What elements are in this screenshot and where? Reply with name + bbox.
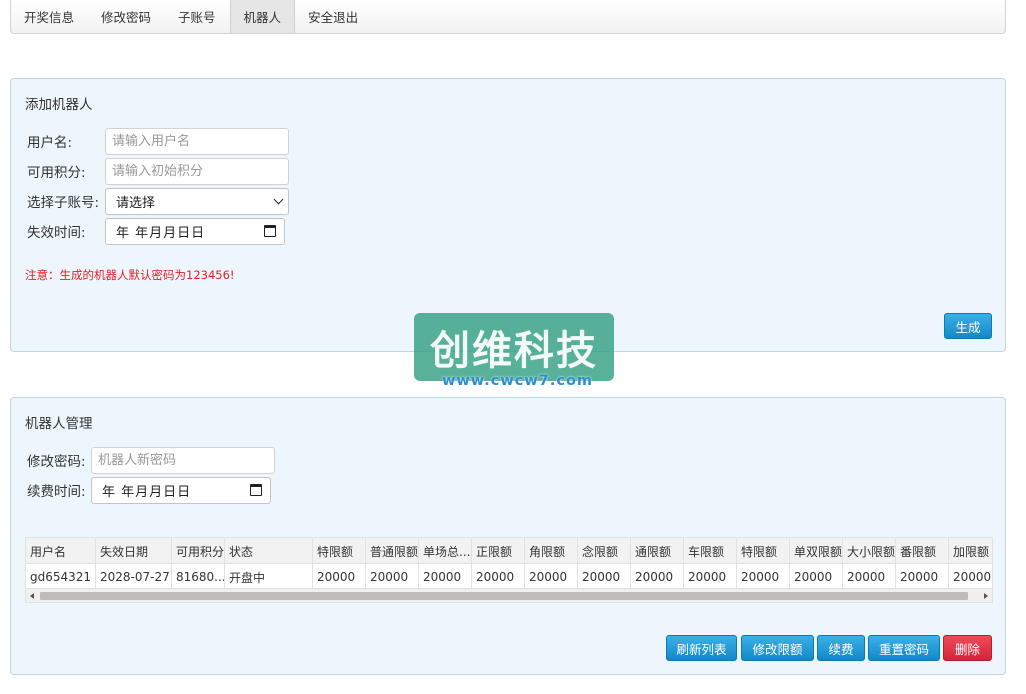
column-header[interactable]: 通限额 [631,538,684,564]
delete-button[interactable]: 删除 [943,635,992,661]
points-row: 可用积分: [27,157,289,185]
points-label: 可用积分: [27,165,86,181]
column-header[interactable]: 状态 [225,538,313,564]
tab-draw-info[interactable]: 开奖信息 [11,0,88,33]
column-header[interactable]: 大小限额 [843,538,896,564]
renew-row: 续费时间: 年 年月月日日 [27,476,271,504]
renew-label: 续费时间: [27,484,86,500]
column-header[interactable]: 失效日期 [96,538,172,564]
table-cell: 20000 [843,564,896,588]
renew-date-value: 年 年月月日日 [102,484,192,500]
username-row: 用户名: [27,127,289,155]
table-cell: 20000 [896,564,949,588]
subaccount-select-value: 请选择 [116,195,156,211]
table-cell: 20000 [790,564,843,588]
robot-management-panel: 机器人管理 修改密码: 续费时间: 年 年月月日日 用户名失效日期可用积分状态特… [10,397,1006,675]
column-header[interactable]: 角限额 [525,538,578,564]
expiry-date-input[interactable]: 年 年月月日日 [105,217,285,245]
column-header[interactable]: 车限额 [684,538,737,564]
column-header[interactable]: 加限额 [949,538,992,564]
new-password-row: 修改密码: [27,446,275,474]
table-cell: 20000 [313,564,366,588]
column-header[interactable]: 可用积分 [172,538,225,564]
table-cell: gd654321 [26,564,96,588]
table-cell: 20000 [472,564,525,588]
refresh-list-button[interactable]: 刷新列表 [666,635,737,661]
username-input[interactable] [105,127,289,155]
table-cell: 20000 [737,564,790,588]
column-header[interactable]: 单双限额 [790,538,843,564]
table-cell: 20000 [419,564,472,588]
points-input[interactable] [105,157,289,185]
subaccount-select[interactable]: 请选择 [105,187,289,215]
table-cell: 2028-07-27 [96,564,172,588]
robot-management-title: 机器人管理 [25,416,93,432]
tab-change-password[interactable]: 修改密码 [88,0,165,33]
add-robot-panel: 添加机器人 用户名: 可用积分: 选择子账号: 请选择 失效时间: 年 年月月日… [10,78,1006,352]
table-row[interactable]: gd654321 2028-07-27 81680... 开盘中 20000 20000 2… [26,564,992,588]
column-header[interactable]: 番限额 [896,538,949,564]
arrow-left-icon[interactable] [30,593,34,599]
table-cell: 20000 [366,564,419,588]
table-cell: 20000 [949,564,992,588]
username-label: 用户名: [27,135,73,151]
default-password-notice: 注意：生成的机器人默认密码为123456! [25,268,235,282]
robot-table: 用户名 失效日期 可用积分 状态 特限额 普通限额 单场总... 正限额 角限额 念限额 通限额 车限… [25,537,993,589]
expiry-row: 失效时间: 年 年月月日日 [27,217,285,245]
subaccount-row: 选择子账号: 请选择 [27,187,289,215]
expiry-date-value: 年 年月月日日 [116,225,206,241]
tab-sub-account[interactable]: 子账号 [165,0,230,33]
column-header[interactable]: 用户名 [26,538,96,564]
table-cell: 20000 [525,564,578,588]
column-header[interactable]: 普通限额 [366,538,419,564]
table-cell: 20000 [578,564,631,588]
generate-button[interactable]: 生成 [944,313,992,339]
column-header[interactable]: 单场总... [419,538,472,564]
renew-date-input[interactable]: 年 年月月日日 [91,476,271,504]
edit-limit-button[interactable]: 修改限额 [741,635,814,661]
renew-button[interactable]: 续费 [817,635,865,661]
column-header[interactable]: 特限额 [313,538,366,564]
reset-password-button[interactable]: 重置密码 [868,635,940,661]
scrollbar-thumb[interactable] [40,592,968,600]
column-header[interactable]: 正限额 [472,538,525,564]
arrow-right-icon[interactable] [984,593,988,599]
tab-logout[interactable]: 安全退出 [295,0,372,33]
add-robot-title: 添加机器人 [25,97,93,113]
calendar-icon[interactable] [250,484,262,496]
tab-robot[interactable]: 机器人 [229,0,296,33]
table-cell: 81680... [172,564,225,588]
top-nav-tabs: 开奖信息 修改密码 子账号 机器人 安全退出 [10,0,1006,34]
table-horizontal-scrollbar[interactable] [25,589,993,603]
new-password-input[interactable] [91,446,275,474]
chevron-down-icon [273,194,284,204]
subaccount-label: 选择子账号: [27,195,100,211]
new-password-label: 修改密码: [27,454,86,470]
column-header[interactable]: 特限额 [737,538,790,564]
table-cell: 20000 [631,564,684,588]
column-header[interactable]: 念限额 [578,538,631,564]
table-header-row: 用户名 失效日期 可用积分 状态 特限额 普通限额 单场总... 正限额 角限额 念限额 通限额 车限… [26,538,992,564]
table-cell: 20000 [684,564,737,588]
status-badge: 开盘中 [225,564,313,588]
watermark-url: www.cwcw7.com [442,373,594,389]
expiry-label: 失效时间: [27,225,86,241]
calendar-icon[interactable] [264,225,276,237]
